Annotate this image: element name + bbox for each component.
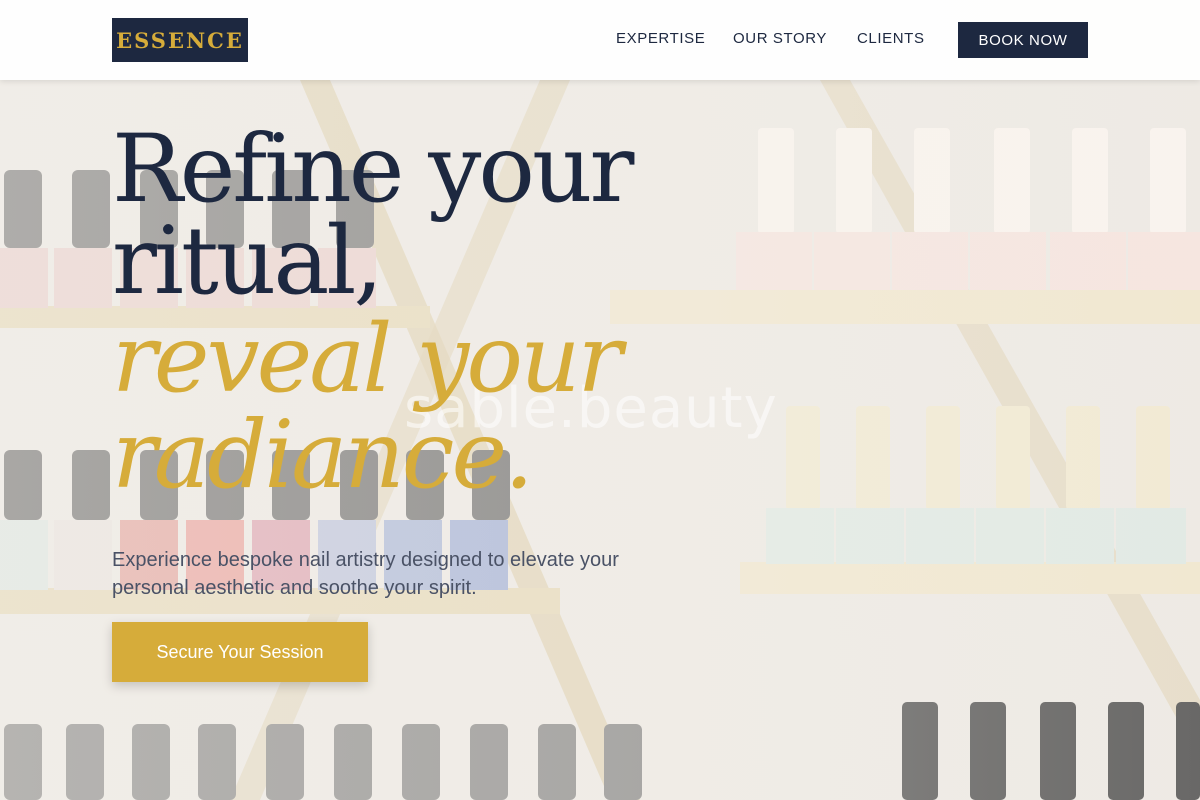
hero-heading-accent-line-1: reveal your (112, 305, 622, 414)
hero-heading-line-2: ritual, (112, 207, 383, 316)
hero-subtitle: Experience bespoke nail artistry designe… (112, 549, 619, 599)
site-header: ESSENCE EXPERTISE OUR STORY CLIENTS BOOK… (0, 0, 1200, 80)
secure-session-button[interactable]: Secure Your Session (112, 622, 368, 682)
brand-logo[interactable]: ESSENCE (112, 18, 248, 62)
nav-link-clients[interactable]: CLIENTS (857, 30, 925, 47)
hero-heading-line-1: Refine your (112, 115, 634, 224)
nav-link-expertise[interactable]: EXPERTISE (616, 30, 705, 47)
book-now-button[interactable]: BOOK NOW (958, 22, 1088, 58)
hero-heading-accent-line-2: radiance. (112, 401, 534, 510)
nav-link-our-story[interactable]: OUR STORY (733, 30, 827, 47)
